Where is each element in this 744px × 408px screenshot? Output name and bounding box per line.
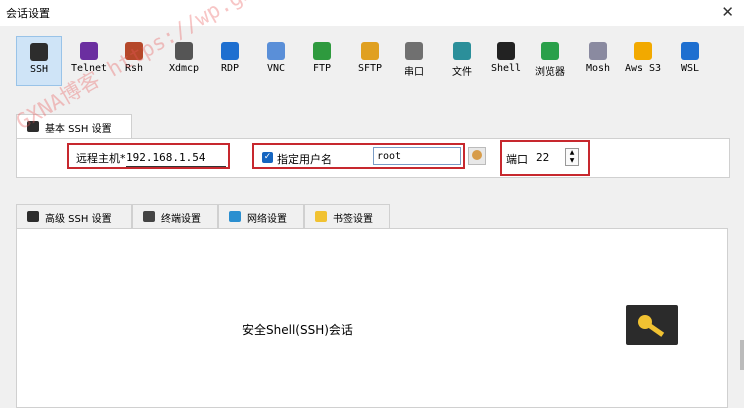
- toolbar-item-sftp[interactable]: SFTP: [352, 36, 388, 86]
- username-input[interactable]: [373, 147, 461, 165]
- tab-label: 网络设置: [247, 214, 287, 225]
- user-picker-button[interactable]: [468, 147, 486, 165]
- user-icon: [472, 150, 482, 160]
- toolbar-item-label: Xdmcp: [168, 63, 200, 74]
- port-input[interactable]: [536, 148, 564, 166]
- window-title: 会话设置: [6, 7, 50, 20]
- rsh-icon: [125, 42, 143, 60]
- tab-label: 终端设置: [161, 214, 201, 225]
- aws-icon: [634, 42, 652, 60]
- sftp-icon: [361, 42, 379, 60]
- toolbar-item-xdmcp[interactable]: Xdmcp: [164, 36, 204, 86]
- toolbar-item-shell[interactable]: Shell: [488, 36, 524, 86]
- mosh-icon: [589, 42, 607, 60]
- toolbar-item-aws-s3[interactable]: Aws S3: [620, 36, 666, 86]
- ftp-icon: [313, 42, 331, 60]
- toolbar-item-label: Telnet: [70, 63, 108, 74]
- browser-icon: [541, 42, 559, 60]
- specify-user-checkbox[interactable]: ✓: [262, 152, 273, 163]
- terminal-icon: [143, 211, 155, 222]
- toolbar-item-label: Shell: [490, 63, 522, 74]
- vnc-icon: [267, 42, 285, 60]
- tab-network[interactable]: 网络设置: [218, 204, 304, 228]
- telnet-icon: [80, 42, 98, 60]
- tab-label: 基本 SSH 设置: [45, 124, 112, 135]
- toolbar-item-文件[interactable]: 文件: [444, 36, 480, 86]
- rdp-icon: [221, 42, 239, 60]
- shell-icon: [497, 42, 515, 60]
- tab-label: 书签设置: [333, 214, 373, 225]
- tab-label: 高级 SSH 设置: [45, 214, 112, 225]
- wrench-icon: [30, 43, 48, 61]
- toolbar-item-串口[interactable]: 串口: [396, 36, 432, 86]
- toolbar-item-ssh[interactable]: SSH: [16, 36, 62, 86]
- scrollbar[interactable]: [740, 340, 744, 370]
- tab-star[interactable]: 书签设置: [304, 204, 390, 228]
- file-icon: [453, 42, 471, 60]
- toolbar-item-label: 浏览器: [535, 67, 565, 78]
- remote-host-input[interactable]: [126, 148, 226, 167]
- toolbar-item-label: VNC: [266, 63, 286, 74]
- network-icon: [229, 211, 241, 222]
- tab-basic-ssh-settings[interactable]: 基本 SSH 设置: [16, 114, 132, 138]
- toolbar-item-label: SSH: [29, 64, 49, 75]
- toolbar-item-label: Mosh: [585, 63, 611, 74]
- wrench-icon: [27, 121, 39, 132]
- toolbar-item-wsl[interactable]: WSL: [672, 36, 708, 86]
- toolbar-item-vnc[interactable]: VNC: [258, 36, 294, 86]
- toolbar-item-telnet[interactable]: Telnet: [66, 36, 112, 86]
- toolbar-item-label: 文件: [452, 67, 472, 78]
- toolbar-item-label: Rsh: [124, 63, 144, 74]
- toolbar-item-label: Aws S3: [624, 63, 662, 74]
- xdmcp-icon: [175, 42, 193, 60]
- toolbar-item-label: RDP: [220, 63, 240, 74]
- wsl-icon: [681, 42, 699, 60]
- toolbar-item-浏览器[interactable]: 浏览器: [530, 36, 570, 86]
- star-icon: [315, 211, 327, 222]
- spin-down-icon[interactable]: ▼: [566, 157, 578, 165]
- port-spinner[interactable]: ▲ ▼: [565, 148, 579, 166]
- title-bar: 会话设置 ✕: [0, 0, 744, 26]
- toolbar-item-ftp[interactable]: FTP: [304, 36, 340, 86]
- toolbar-item-label: FTP: [312, 63, 332, 74]
- session-type-toolbar: SSH Telnet Rsh Xdmcp RDP VNC FTP SFTP 串口 文件 Shell 浏…: [16, 36, 726, 86]
- port-label: 端口: [506, 153, 528, 166]
- serial-icon: [405, 42, 423, 60]
- toolbar-item-label: WSL: [680, 63, 700, 74]
- spin-up-icon[interactable]: ▲: [566, 149, 578, 157]
- settings-panel: [16, 228, 728, 408]
- tab-terminal[interactable]: 终端设置: [132, 204, 218, 228]
- toolbar-item-mosh[interactable]: Mosh: [580, 36, 616, 86]
- wrench-icon: [27, 211, 39, 222]
- tab-wrench[interactable]: 高级 SSH 设置: [16, 204, 132, 228]
- specify-user-label: 指定用户名: [277, 153, 332, 166]
- close-icon[interactable]: ✕: [721, 3, 734, 21]
- toolbar-item-rsh[interactable]: Rsh: [116, 36, 152, 86]
- remote-host-label: 远程主机*: [76, 152, 126, 165]
- session-description: 安全Shell(SSH)会话: [242, 323, 353, 337]
- toolbar-item-label: 串口: [404, 67, 424, 78]
- toolbar-item-rdp[interactable]: RDP: [212, 36, 248, 86]
- key-icon: [626, 305, 678, 345]
- toolbar-item-label: SFTP: [357, 63, 383, 74]
